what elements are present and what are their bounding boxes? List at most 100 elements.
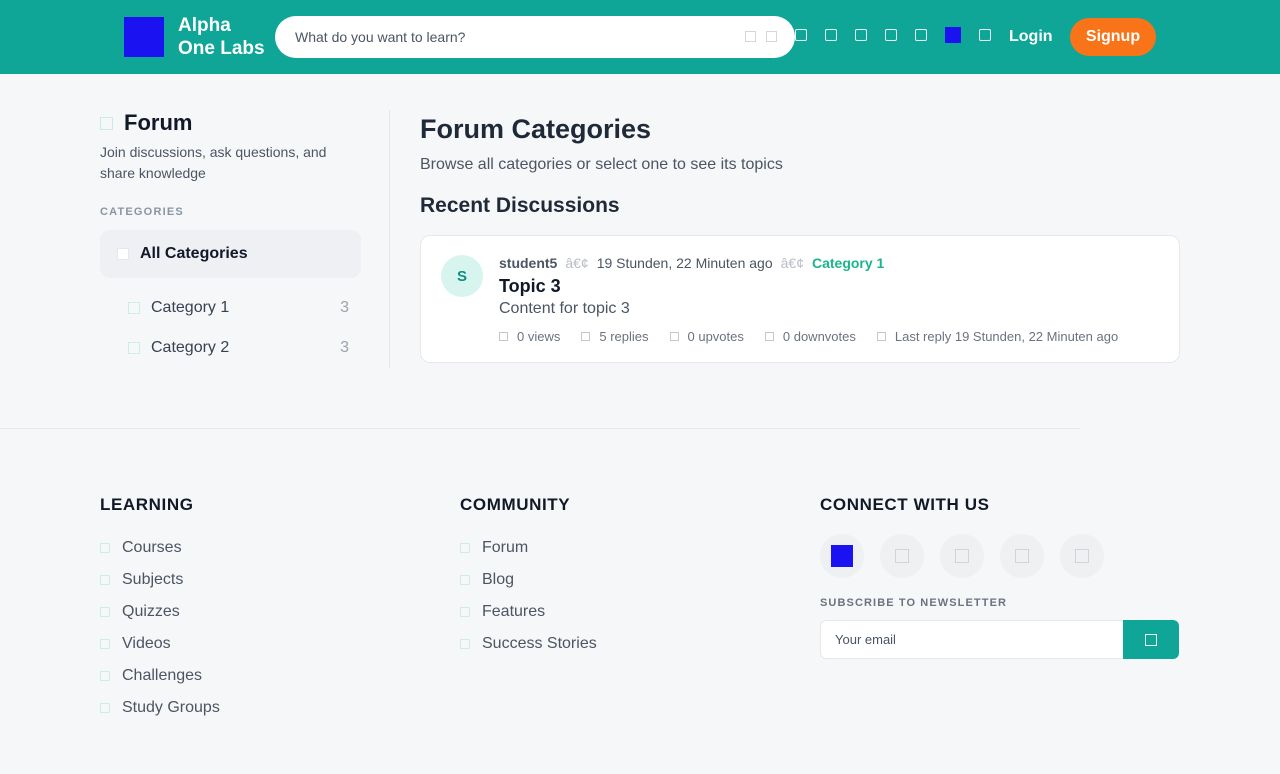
footer-link-forum[interactable]: Forum	[460, 532, 597, 564]
forum-icon	[460, 543, 470, 553]
footer-link-label: Subjects	[122, 571, 184, 588]
forum-icon	[100, 116, 113, 130]
signup-button[interactable]: Signup	[1070, 18, 1156, 56]
page-title: Forum Categories	[420, 114, 652, 144]
send-icon	[1145, 633, 1157, 646]
search-bar	[275, 16, 795, 58]
comment-icon	[581, 332, 591, 341]
social-github-link[interactable]	[1060, 534, 1104, 578]
footer-link-label: Courses	[122, 539, 182, 556]
upvotes-count: 0 upvotes	[687, 329, 744, 344]
avatar-icon[interactable]	[945, 27, 961, 43]
top-navbar: Alpha One Labs Login Signup	[0, 0, 1280, 74]
footer-link-challenges[interactable]: Challenges	[100, 660, 220, 692]
footer-link-subjects[interactable]: Subjects	[100, 564, 220, 596]
courses-icon	[100, 543, 110, 553]
author-avatar: S	[441, 255, 483, 297]
mic-icon[interactable]	[745, 31, 756, 42]
search-icon[interactable]	[766, 31, 777, 42]
github-icon	[1075, 549, 1089, 563]
discussion-card[interactable]: S student5 â€¢ 19 Stunden, 22 Minuten ago â…	[420, 235, 1180, 363]
linkedin-icon	[1015, 549, 1029, 563]
sidebar-divider	[389, 110, 390, 368]
social-avatar-link[interactable]	[820, 534, 864, 578]
post-time: 19 Stunden, 22 Minuten ago	[596, 255, 773, 271]
footer-link-label: Videos	[122, 635, 171, 652]
categories-label: CATEGORIES	[100, 206, 184, 218]
replies-count: 5 replies	[599, 329, 649, 344]
recent-discussions-heading: Recent Discussions	[420, 194, 620, 217]
blog-icon	[460, 575, 470, 585]
meta-separator: â€¢	[780, 255, 804, 271]
topic-title[interactable]: Topic 3	[499, 276, 561, 297]
views-count: 0 views	[517, 329, 561, 344]
social-linkedin-link[interactable]	[1000, 534, 1044, 578]
category-count: 3	[340, 299, 349, 316]
footer-community-column: COMMUNITY Forum Blog Features Success St…	[460, 495, 597, 660]
footer-heading: LEARNING	[100, 495, 194, 514]
sidebar-description: Join discussions, ask questions, and sha…	[100, 144, 327, 181]
footer-link-quizzes[interactable]: Quizzes	[100, 596, 220, 628]
downvotes-stat: 0 downvotes	[764, 329, 856, 344]
last-reply-time: Last reply 19 Stunden, 22 Minuten ago	[894, 329, 1119, 344]
discussion-stats: 0 views 5 replies 0 upvotes 0 downvotes …	[499, 329, 1139, 344]
footer-connect-column: CONNECT WITH US	[820, 495, 990, 532]
trophy-icon	[460, 639, 470, 649]
footer-learning-column: LEARNING Courses Subjects Quizzes Videos…	[100, 495, 220, 724]
all-categories-label: All Categories	[140, 245, 248, 262]
category-count: 3	[340, 339, 349, 356]
footer-link-label: Features	[482, 603, 546, 620]
category-icon	[128, 342, 140, 354]
all-categories-item[interactable]: All Categories	[100, 230, 361, 278]
sidebar-title: Forum	[124, 110, 193, 135]
brand-name[interactable]: Alpha One Labs	[178, 14, 265, 60]
theme-icon[interactable]	[979, 29, 991, 41]
topic-content: Content for topic 3	[499, 300, 630, 317]
sidebar-header: Forum	[100, 110, 192, 136]
sidebar-item-category-1[interactable]: Category 1 3	[128, 296, 349, 320]
discussion-meta: student5 â€¢ 19 Stunden, 22 Minuten ago â€¢…	[499, 255, 884, 271]
twitter-icon	[895, 549, 909, 563]
last-reply-stat: Last reply 19 Stunden, 22 Minuten ago	[876, 329, 1119, 344]
brand-line-1: Alpha	[178, 15, 231, 36]
sidebar-item-category-2[interactable]: Category 2 3	[128, 336, 349, 360]
author-name[interactable]: student5	[499, 255, 557, 271]
video-icon[interactable]	[855, 29, 867, 41]
star-icon	[460, 607, 470, 617]
newsletter-submit-button[interactable]	[1123, 620, 1179, 659]
quiz-icon	[100, 607, 110, 617]
social-facebook-link[interactable]	[940, 534, 984, 578]
footer-link-label: Forum	[482, 539, 529, 556]
category-icon	[128, 302, 140, 314]
category-link[interactable]: Category 1	[812, 255, 884, 271]
avatar-icon	[831, 545, 853, 567]
newsletter-email-input[interactable]	[820, 620, 1124, 659]
upvotes-stat: 0 upvotes	[669, 329, 744, 344]
footer-link-features[interactable]: Features	[460, 596, 597, 628]
footer-link-study-groups[interactable]: Study Groups	[100, 692, 220, 724]
category-label: Category 2	[151, 339, 230, 356]
meta-separator: â€¢	[565, 255, 589, 271]
footer-link-videos[interactable]: Videos	[100, 628, 220, 660]
footer-link-blog[interactable]: Blog	[460, 564, 597, 596]
groups-icon[interactable]	[885, 29, 897, 41]
all-categories-icon	[117, 248, 129, 260]
thumbs-down-icon	[764, 332, 774, 341]
social-twitter-link[interactable]	[880, 534, 924, 578]
clock-icon	[876, 332, 886, 341]
eye-icon	[499, 332, 508, 341]
community-icon[interactable]	[915, 29, 927, 41]
courses-icon[interactable]	[795, 29, 807, 41]
downvotes-count: 0 downvotes	[782, 329, 856, 344]
video-icon	[100, 639, 110, 649]
logo-icon[interactable]	[124, 17, 164, 57]
footer-link-courses[interactable]: Courses	[100, 532, 220, 564]
footer-link-success-stories[interactable]: Success Stories	[460, 628, 597, 660]
quiz-icon[interactable]	[825, 29, 837, 41]
footer-link-label: Challenges	[122, 667, 203, 684]
footer-heading: COMMUNITY	[460, 495, 571, 514]
page-subtitle: Browse all categories or select one to s…	[420, 156, 783, 173]
search-input[interactable]	[295, 16, 735, 58]
login-link[interactable]: Login	[1009, 28, 1053, 46]
groups-icon	[100, 703, 110, 713]
